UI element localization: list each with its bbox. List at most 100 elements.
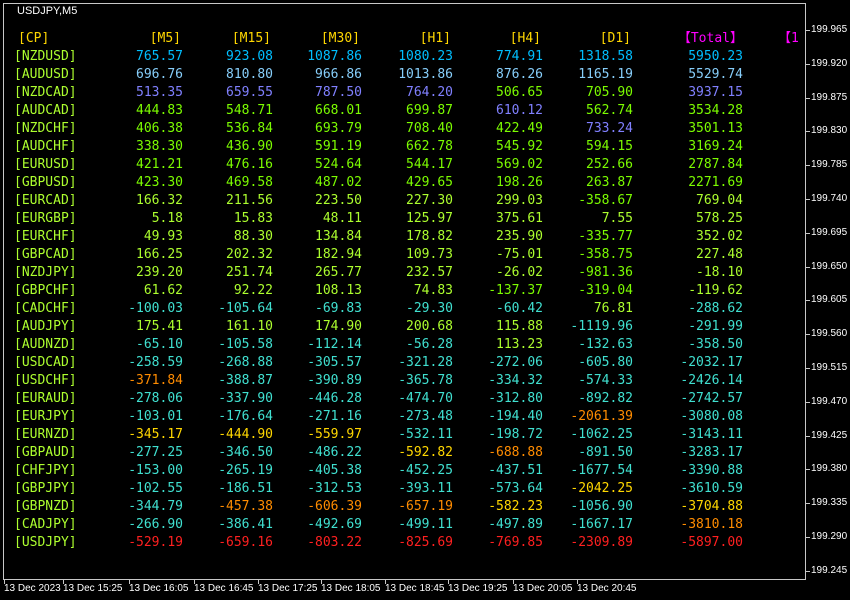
strength-value: -337.90: [218, 391, 273, 406]
strength-value: 251.74: [226, 265, 273, 280]
time-label: 13 Dec 20:05: [513, 583, 573, 594]
strength-value: -272.06: [488, 355, 543, 370]
total-value: 227.48: [696, 247, 743, 262]
strength-value: 115.88: [496, 319, 543, 334]
strength-value: -2042.25: [570, 481, 633, 496]
total-value: 3937.15: [688, 85, 743, 100]
price-label: 199.650: [811, 260, 848, 272]
price-label: 199.290: [811, 531, 848, 542]
pair-label: [AUDCHF]: [14, 139, 77, 154]
strength-value: -769.85: [488, 535, 543, 550]
strength-value: -312.53: [307, 481, 362, 496]
strength-value: -365.78: [398, 373, 453, 388]
strength-value: -688.88: [488, 445, 543, 460]
strength-value: -321.28: [398, 355, 453, 370]
strength-value: -2061.39: [570, 409, 633, 424]
strength-value: 733.24: [586, 121, 633, 136]
price-label: 199.740: [811, 193, 848, 204]
strength-value: 223.50: [315, 193, 362, 208]
strength-value: -574.33: [578, 373, 633, 388]
strength-value: 263.87: [586, 175, 633, 190]
strength-value: -659.16: [218, 535, 273, 550]
strength-value: -492.69: [307, 517, 362, 532]
strength-value: 765.57: [136, 49, 183, 64]
total-value: -288.62: [688, 301, 743, 316]
strength-value: 659.55: [226, 85, 273, 100]
strength-value: -1062.25: [570, 427, 633, 442]
pair-label: [NZDCAD]: [14, 85, 77, 100]
strength-value: 610.12: [496, 103, 543, 118]
price-tick: [806, 97, 810, 99]
pair-label: [CADCHF]: [14, 301, 77, 316]
price-tick: [806, 334, 810, 336]
strength-value: 182.94: [315, 247, 362, 262]
strength-value: 88.30: [233, 229, 273, 244]
strength-value: 487.02: [315, 175, 362, 190]
price-tick: [806, 165, 810, 167]
strength-value: 524.64: [315, 157, 362, 172]
pair-label: [NZDUSD]: [14, 49, 77, 64]
strength-value: 810.80: [226, 67, 273, 82]
strength-value: 764.20: [406, 85, 453, 100]
price-tick: [806, 368, 810, 369]
strength-value: -103.01: [128, 409, 183, 424]
strength-value: -100.03: [128, 301, 183, 316]
strength-value: -65.10: [136, 337, 183, 352]
price-label: 199.470: [811, 395, 848, 407]
strength-value: -388.87: [218, 373, 273, 388]
strength-value: -497.89: [488, 517, 543, 532]
strength-value: 375.61: [496, 211, 543, 226]
pair-label: [AUDJPY]: [14, 319, 77, 334]
strength-value: -2309.89: [570, 535, 633, 550]
strength-value: -186.51: [218, 481, 273, 496]
strength-value: 545.92: [496, 139, 543, 154]
header-m5: [M5]: [149, 31, 181, 46]
strength-value: 436.90: [226, 139, 273, 154]
strength-value: -405.38: [307, 463, 362, 478]
price-tick: [806, 232, 810, 234]
strength-value: 476.16: [226, 157, 273, 172]
strength-value: -499.11: [398, 517, 453, 532]
strength-value: 175.41: [136, 319, 183, 334]
price-label: 199.605: [811, 294, 848, 306]
strength-value: 1165.19: [578, 67, 633, 82]
strength-value: -1119.96: [570, 319, 633, 334]
strength-value: -657.19: [398, 499, 453, 514]
strength-value: -474.70: [398, 391, 453, 406]
strength-value: -75.01: [496, 247, 543, 262]
pair-label: [EURJPY]: [14, 409, 77, 424]
header-m30: [M30]: [320, 31, 360, 46]
pair-label: [GBPJPY]: [14, 481, 77, 496]
chart-window[interactable]: USDJPY,M5 [CP] [M5] [M15] [M30] [H1] [H4] [D1]…: [0, 0, 850, 600]
strength-value: -176.64: [218, 409, 273, 424]
pair-label: [CADJPY]: [14, 517, 77, 532]
strength-value: -452.25: [398, 463, 453, 478]
strength-value: 1080.23: [398, 49, 453, 64]
strength-value: 265.77: [315, 265, 362, 280]
strength-value: 211.56: [226, 193, 273, 208]
strength-value: 252.66: [586, 157, 633, 172]
strength-value: -605.80: [578, 355, 633, 370]
strength-value: -277.25: [128, 445, 183, 460]
strength-value: -319.04: [578, 283, 633, 298]
strength-value: -1056.90: [570, 499, 633, 514]
strength-value: 202.32: [226, 247, 273, 262]
strength-value: 92.22: [233, 283, 273, 298]
strength-value: -26.02: [496, 265, 543, 280]
strength-value: 693.79: [315, 121, 362, 136]
strength-value: -273.48: [398, 409, 453, 424]
strength-value: -825.69: [398, 535, 453, 550]
strength-value: -132.63: [578, 337, 633, 352]
strength-value: 109.73: [406, 247, 453, 262]
strength-value: -266.90: [128, 517, 183, 532]
strength-value: -803.22: [307, 535, 362, 550]
strength-value: -358.75: [578, 247, 633, 262]
price-tick: [806, 570, 810, 572]
strength-value: 444.83: [136, 103, 183, 118]
strength-value: -265.19: [218, 463, 273, 478]
strength-value: 49.93: [143, 229, 183, 244]
total-value: 769.04: [696, 193, 743, 208]
header-h4: [H4]: [509, 31, 541, 46]
total-value: -3390.88: [680, 463, 743, 478]
price-tick: [806, 469, 810, 471]
